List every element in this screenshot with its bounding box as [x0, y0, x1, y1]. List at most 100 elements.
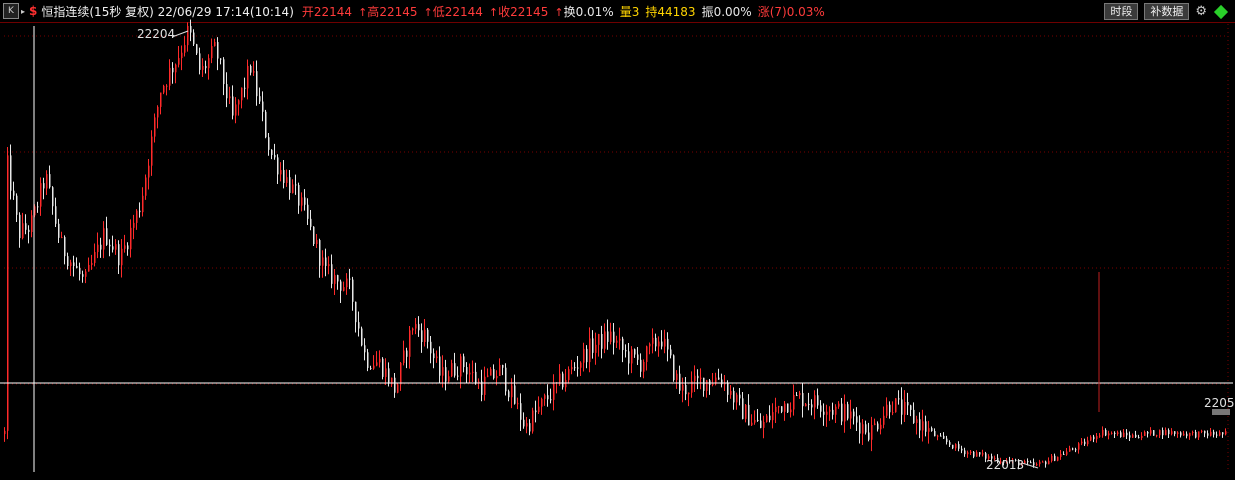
- candle-body: [871, 424, 873, 440]
- candle-body: [163, 85, 165, 93]
- candle-body: [1174, 431, 1176, 435]
- candle-body: [1066, 451, 1068, 455]
- candle-body: [310, 218, 312, 227]
- candle-body: [760, 420, 762, 428]
- candle-body: [688, 392, 690, 395]
- candle-body: [604, 331, 606, 349]
- candle-body: [13, 190, 15, 196]
- candle-body: [529, 423, 531, 432]
- candle-body: [295, 184, 297, 186]
- candle-body: [766, 415, 768, 422]
- candle-body: [1105, 429, 1107, 436]
- candle-body: [1207, 433, 1209, 436]
- candle-body: [430, 341, 432, 354]
- candle-body: [748, 404, 750, 426]
- candle-body: [1093, 436, 1095, 440]
- candle-body: [115, 244, 117, 250]
- candle-body: [883, 415, 885, 425]
- candle-body: [637, 354, 639, 360]
- candle-body: [139, 210, 141, 213]
- candle-body: [259, 96, 261, 102]
- chart-window[interactable]: K ▸ $ 恒指连续(15秒 复权) 22/06/29 17:14(10:14)…: [0, 0, 1235, 480]
- candle-body: [928, 428, 930, 432]
- candle-body: [1225, 431, 1227, 435]
- candle-body: [1054, 455, 1056, 461]
- candle-body: [487, 375, 489, 377]
- candle-body: [649, 343, 651, 347]
- candle-body: [1138, 437, 1140, 439]
- candle-body: [526, 423, 528, 427]
- candle-body: [580, 362, 582, 368]
- candle-body: [151, 136, 153, 166]
- candle-body: [499, 364, 501, 376]
- candle-body: [490, 369, 492, 376]
- candle-body: [598, 334, 600, 345]
- candle-body: [133, 222, 135, 228]
- candle-body: [577, 367, 579, 369]
- candle-body: [667, 338, 669, 350]
- candle-body: [1135, 434, 1137, 438]
- candle-body: [1141, 435, 1143, 438]
- candle-body: [640, 359, 642, 372]
- candle-body: [307, 204, 309, 219]
- candle-body: [181, 52, 183, 59]
- candle-body: [463, 356, 465, 368]
- candle-body: [808, 403, 810, 405]
- candle-body: [520, 403, 522, 420]
- candle-body: [658, 341, 660, 347]
- candle-body: [979, 452, 981, 455]
- candle-body: [277, 157, 279, 175]
- candle-body: [508, 391, 510, 398]
- candle-body: [37, 206, 39, 208]
- candle-body: [457, 375, 459, 377]
- candle-body: [415, 324, 417, 329]
- candle-body: [145, 177, 147, 196]
- candle-body: [886, 404, 888, 416]
- candle-body: [421, 330, 423, 342]
- candle-body: [403, 350, 405, 363]
- candle-body: [718, 377, 720, 380]
- candle-body: [370, 367, 372, 369]
- candle-body: [247, 66, 249, 89]
- candle-body: [823, 411, 825, 415]
- candle-body: [772, 412, 774, 421]
- candle-body: [187, 25, 189, 46]
- candle-body: [847, 404, 849, 419]
- candle-body: [1192, 431, 1194, 433]
- candle-body: [196, 44, 198, 54]
- candle-body: [865, 424, 867, 433]
- candle-body: [958, 444, 960, 449]
- candle-body: [241, 87, 243, 101]
- candle-body: [211, 46, 213, 59]
- candle-body: [583, 348, 585, 363]
- candle-body: [130, 227, 132, 250]
- candle-body: [1144, 432, 1146, 436]
- candle-body: [1042, 461, 1044, 463]
- candle-body: [976, 452, 978, 457]
- candle-body: [1111, 432, 1113, 434]
- candle-body: [817, 395, 819, 406]
- candle-body: [1033, 462, 1035, 466]
- candle-body: [973, 451, 975, 457]
- candle-body: [1177, 432, 1179, 435]
- candle-body: [493, 369, 495, 379]
- candle-body: [565, 380, 567, 388]
- candle-body: [970, 451, 972, 453]
- candle-body: [538, 406, 540, 413]
- candle-body: [439, 356, 441, 376]
- candle-body: [802, 393, 804, 407]
- candle-body: [274, 155, 276, 158]
- candle-body: [1060, 453, 1062, 457]
- candle-body: [154, 117, 156, 137]
- candle-body: [238, 100, 240, 105]
- candlestick-chart[interactable]: 22204 22013 2205: [0, 0, 1235, 480]
- candle-body: [472, 371, 474, 373]
- candle-body: [1204, 430, 1206, 434]
- candle-body: [1189, 432, 1191, 437]
- candle-body: [28, 229, 30, 232]
- candle-body: [1222, 432, 1224, 435]
- candle-body: [475, 371, 477, 384]
- candle-body: [952, 444, 954, 449]
- candle-body: [466, 367, 468, 375]
- low-pointer-line: [1021, 462, 1039, 469]
